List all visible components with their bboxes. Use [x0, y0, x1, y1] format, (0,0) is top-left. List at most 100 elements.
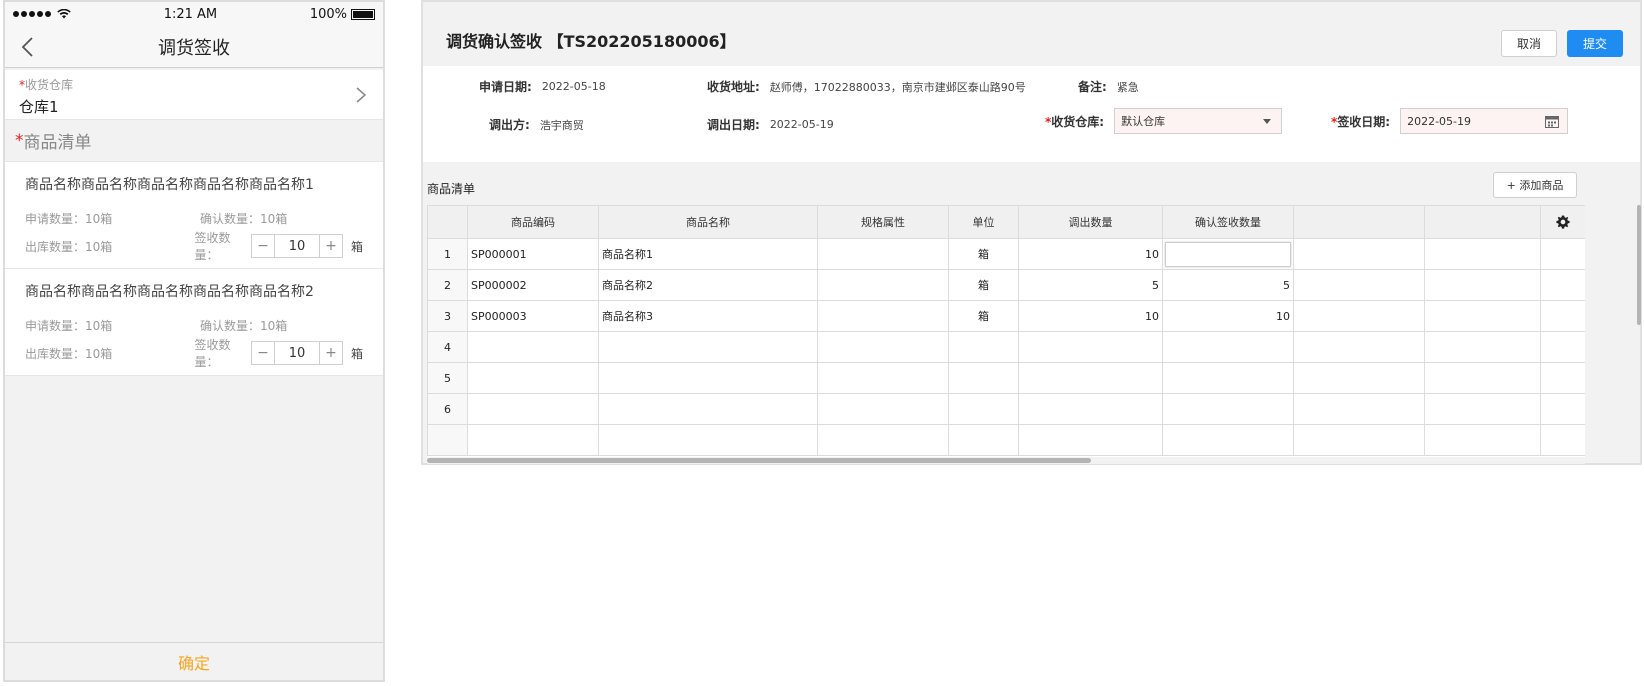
cell-empty [1424, 269, 1541, 301]
cell-name [598, 362, 818, 394]
row-index: 1 [427, 238, 468, 270]
mobile-screen: 1:21 AM 100% 调货签收 *收货仓库 仓库1 * 商品清单 商品名称商品… [3, 0, 385, 682]
cancel-button[interactable]: 取消 [1501, 30, 1557, 57]
chevron-down-icon [1263, 119, 1272, 124]
apply-date-value: 2022-05-18 [541, 80, 606, 93]
remark-value: 紧急 [1116, 80, 1139, 94]
warehouse-value: 默认仓库 [1121, 115, 1166, 128]
cell-sign-qty[interactable] [1162, 362, 1294, 394]
cell-spec [817, 269, 949, 301]
list-item: 商品名称商品名称商品名称商品名称商品名称2 申请数量：10箱 确认数量：10箱 … [5, 269, 383, 376]
cell-name [598, 424, 818, 456]
cell-unit [948, 393, 1019, 425]
cell-code [467, 393, 599, 425]
col-code: 商品编码 [467, 205, 599, 239]
scrollbar-thumb[interactable] [427, 458, 1091, 463]
cell-sign-qty[interactable]: 10 [1162, 300, 1294, 332]
table-header: 商品编码 商品名称 规格属性 单位 调出数量 确认签收数量 [427, 205, 1585, 239]
confirm-qty: 确认数量：10箱 [200, 211, 288, 226]
back-arrow-icon[interactable] [17, 35, 41, 59]
chevron-right-icon [356, 87, 367, 103]
sign-qty-input[interactable] [1165, 241, 1291, 267]
cell-empty [1540, 331, 1585, 363]
submit-button[interactable]: 提交 [1567, 30, 1623, 57]
out-party-value: 浩宇商贸 [539, 118, 584, 132]
address-label: 收货地址: [707, 80, 760, 94]
horizontal-scrollbar[interactable] [427, 457, 1585, 464]
product-list-header: * 商品清单 [5, 120, 383, 162]
dialog-header: 调货确认签收 【TS202205180006】 取消 提交 [423, 2, 1640, 66]
col-name: 商品名称 [598, 205, 818, 239]
quantity-input[interactable]: 10 [273, 342, 320, 364]
cell-out-qty [1018, 331, 1163, 363]
col-empty [1293, 205, 1425, 239]
cell-empty [1293, 269, 1425, 301]
quantity-input[interactable]: 10 [273, 235, 320, 257]
warehouse-selector[interactable]: *收货仓库 仓库1 [5, 70, 383, 120]
minus-button[interactable]: − [252, 235, 274, 257]
sign-qty-label: 签收数量： [194, 231, 231, 262]
cell-unit: 箱 [948, 238, 1019, 270]
cell-empty [1293, 393, 1425, 425]
plus-button[interactable]: + [320, 235, 342, 257]
cell-out-qty [1018, 393, 1163, 425]
product-name: 商品名称商品名称商品名称商品名称商品名称1 [25, 177, 314, 193]
plus-button[interactable]: + [320, 342, 342, 364]
status-bar: 1:21 AM 100% [5, 2, 383, 26]
cell-empty [1424, 362, 1541, 394]
cell-empty [1540, 362, 1585, 394]
add-product-button[interactable]: + 添加商品 [1493, 172, 1577, 198]
table-row: 4 [427, 331, 1585, 363]
cell-empty [1424, 300, 1541, 332]
cell-empty [1540, 393, 1585, 425]
cell-spec [817, 300, 949, 332]
cell-sign-qty[interactable] [1162, 424, 1294, 456]
warehouse-label: 收货仓库: [1051, 114, 1105, 129]
quantity-stepper: − 10 + [250, 234, 343, 258]
minus-button[interactable]: − [252, 342, 274, 364]
vertical-scrollbar[interactable] [1637, 205, 1641, 325]
col-sign-qty: 确认签收数量 [1162, 205, 1294, 239]
row-index: 5 [427, 362, 468, 394]
col-spec: 规格属性 [817, 205, 949, 239]
table-row: 5 [427, 362, 1585, 394]
product-list-title: 商品清单 [427, 182, 476, 196]
sign-date-picker[interactable]: 2022-05-19 [1400, 108, 1569, 134]
cell-code: SP000001 [467, 238, 599, 270]
cell-code: SP000003 [467, 300, 599, 332]
wifi-icon [57, 9, 71, 19]
cell-spec [817, 424, 949, 456]
out-date-value: 2022-05-19 [769, 118, 834, 131]
cell-empty [1424, 331, 1541, 363]
col-empty [1424, 205, 1541, 239]
column-settings[interactable] [1540, 205, 1585, 239]
cell-spec [817, 238, 949, 270]
cell-empty [1540, 238, 1585, 270]
cell-sign-qty[interactable] [1162, 331, 1294, 363]
sign-date-label: 签收日期: [1337, 114, 1391, 129]
cell-sign-qty-editor[interactable] [1162, 238, 1294, 270]
table-row: 3 SP000003 商品名称3 箱 10 10 [427, 300, 1585, 332]
cell-code [467, 424, 599, 456]
gear-icon[interactable] [1556, 215, 1570, 229]
cell-name: 商品名称3 [598, 300, 818, 332]
cell-empty [1424, 238, 1541, 270]
confirm-button[interactable]: 确定 [5, 642, 383, 680]
nav-bar: 调货签收 [5, 26, 383, 68]
battery-icon [350, 8, 375, 20]
cell-out-qty: 10 [1018, 300, 1163, 332]
cell-sign-qty[interactable]: 5 [1162, 269, 1294, 301]
required-mark: * [15, 130, 24, 151]
col-out-qty: 调出数量 [1018, 205, 1163, 239]
cell-name: 商品名称1 [598, 238, 818, 270]
calendar-icon [1545, 116, 1560, 128]
cell-empty [1540, 424, 1585, 456]
product-list-title: 商品清单 [23, 133, 92, 153]
cell-spec [817, 362, 949, 394]
cell-unit [948, 331, 1019, 363]
table-row: 1 SP000001 商品名称1 箱 10 [427, 238, 1585, 270]
warehouse-select[interactable]: 默认仓库 [1114, 108, 1283, 134]
row-index: 3 [427, 300, 468, 332]
signal-icon [13, 11, 51, 17]
cell-sign-qty[interactable] [1162, 393, 1294, 425]
